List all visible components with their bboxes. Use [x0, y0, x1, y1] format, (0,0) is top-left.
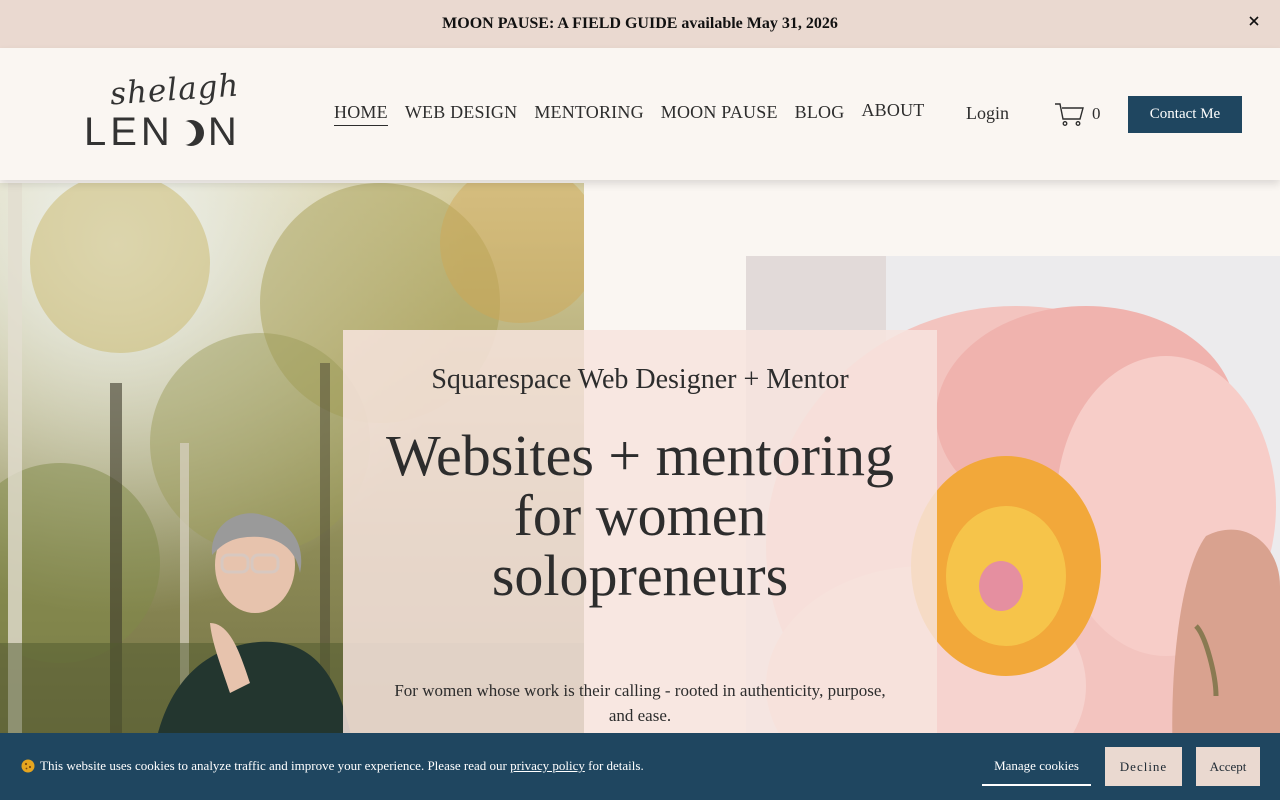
site-logo[interactable]: shelagh LEN N: [84, 68, 254, 155]
crescent-moon-icon: [175, 119, 204, 146]
cart-count: 0: [1092, 104, 1101, 123]
cookie-text-before: This website uses cookies to analyze tra…: [40, 758, 511, 773]
nav-item-home[interactable]: HOME: [334, 102, 388, 126]
hero-text-card: Squarespace Web Designer + Mentor Websit…: [343, 330, 937, 750]
hero-blurb: For women whose work is their calling - …: [394, 681, 886, 725]
cookie-icon: [21, 759, 35, 773]
site-header: shelagh LEN N HOME WEB DESIGN MENTORING …: [0, 48, 1280, 180]
nav-item-blog[interactable]: BLOG: [795, 102, 845, 126]
logo-script-text: shelagh: [108, 67, 241, 113]
close-icon[interactable]: [1246, 13, 1262, 29]
cookie-banner: This website uses cookies to analyze tra…: [0, 733, 1280, 800]
login-link[interactable]: Login: [966, 103, 1009, 124]
accept-button[interactable]: Accept: [1196, 747, 1260, 786]
contact-button[interactable]: Contact Me: [1128, 96, 1242, 133]
logo-main-after: N: [207, 110, 241, 154]
logo-main-before: LEN: [84, 110, 174, 154]
cart-button[interactable]: 0: [1054, 101, 1101, 127]
announcement-text: MOON PAUSE: A FIELD GUIDE available May …: [442, 15, 838, 32]
logo-main-text: LEN N: [84, 110, 241, 155]
nav-item-moon-pause[interactable]: MOON PAUSE: [661, 102, 778, 126]
announcement-bar: MOON PAUSE: A FIELD GUIDE available May …: [0, 0, 1280, 48]
privacy-policy-link[interactable]: privacy policy: [510, 758, 585, 773]
hero-subtitle: Squarespace Web Designer + Mentor: [431, 364, 849, 395]
decline-button[interactable]: Decline: [1105, 747, 1182, 786]
cart-icon: [1055, 103, 1084, 126]
cookie-message: This website uses cookies to analyze tra…: [40, 758, 644, 774]
hero-headline: Websites + mentoring for women soloprene…: [385, 423, 895, 608]
cookie-text-after: for details.: [584, 758, 644, 773]
manage-cookies-button[interactable]: Manage cookies: [982, 747, 1091, 786]
nav-item-mentoring[interactable]: MENTORING: [534, 102, 643, 126]
nav-item-web-design[interactable]: WEB DESIGN: [405, 102, 518, 126]
nav-item-about[interactable]: ABOUT: [861, 100, 924, 126]
main-nav: HOME WEB DESIGN MENTORING MOON PAUSE BLO…: [334, 100, 924, 126]
